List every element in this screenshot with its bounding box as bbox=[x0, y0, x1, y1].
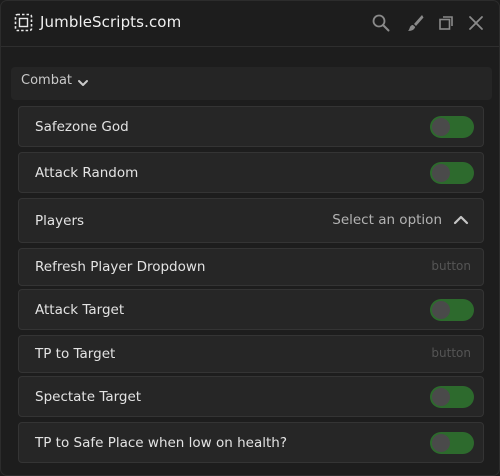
toggle-knob bbox=[432, 434, 450, 452]
section-label: Combat bbox=[21, 73, 73, 88]
button-row-tp-to-target[interactable]: TP to Target button bbox=[18, 335, 484, 373]
toggle-row-attack-target[interactable]: Attack Target bbox=[18, 289, 484, 330]
toggle-row-attack-random[interactable]: Attack Random bbox=[18, 152, 484, 193]
row-label: Attack Random bbox=[35, 165, 139, 181]
restore-icon[interactable] bbox=[436, 13, 456, 33]
section-combat[interactable]: Combat bbox=[11, 67, 492, 100]
row-label: Spectate Target bbox=[35, 389, 142, 405]
row-label: Refresh Player Dropdown bbox=[35, 259, 206, 275]
toggle-switch[interactable] bbox=[430, 386, 474, 408]
toggle-row-spectate-target[interactable]: Spectate Target bbox=[18, 376, 484, 417]
title-bar[interactable]: JumbleScripts.com bbox=[1, 1, 499, 47]
window-title: JumbleScripts.com bbox=[40, 13, 182, 31]
toggle-row-tp-safe-place[interactable]: TP to Safe Place when low on health? bbox=[18, 422, 484, 463]
button-row-refresh-player-dropdown[interactable]: Refresh Player Dropdown button bbox=[18, 248, 484, 286]
toggle-knob bbox=[432, 164, 450, 182]
toggle-switch[interactable] bbox=[430, 299, 474, 321]
toggle-row-safezone-god[interactable]: Safezone God bbox=[18, 106, 484, 147]
dropdown-value[interactable]: Select an option bbox=[332, 212, 442, 228]
dropdown-row-players[interactable]: Players Select an option bbox=[18, 198, 484, 243]
toggle-knob bbox=[432, 388, 450, 406]
toggle-switch[interactable] bbox=[430, 116, 474, 138]
row-label: TP to Target bbox=[35, 346, 116, 362]
brush-icon[interactable] bbox=[405, 13, 425, 33]
row-label: TP to Safe Place when low on health? bbox=[35, 435, 287, 451]
row-label: Players bbox=[35, 213, 85, 229]
toggle-knob bbox=[432, 118, 450, 136]
close-icon[interactable] bbox=[466, 13, 486, 33]
chevron-up-icon[interactable] bbox=[453, 212, 469, 228]
chevron-down-icon bbox=[76, 75, 90, 89]
row-label: Attack Target bbox=[35, 302, 125, 318]
toggle-switch[interactable] bbox=[430, 162, 474, 184]
button-hint: button bbox=[431, 346, 471, 360]
search-icon[interactable] bbox=[371, 13, 391, 33]
row-label: Safezone God bbox=[35, 119, 129, 135]
toggle-knob bbox=[432, 301, 450, 319]
script-window: JumbleScripts.com Combat Safezone God At… bbox=[0, 0, 500, 476]
logo-icon bbox=[14, 13, 33, 32]
button-hint: button bbox=[431, 259, 471, 273]
toggle-switch[interactable] bbox=[430, 432, 474, 454]
